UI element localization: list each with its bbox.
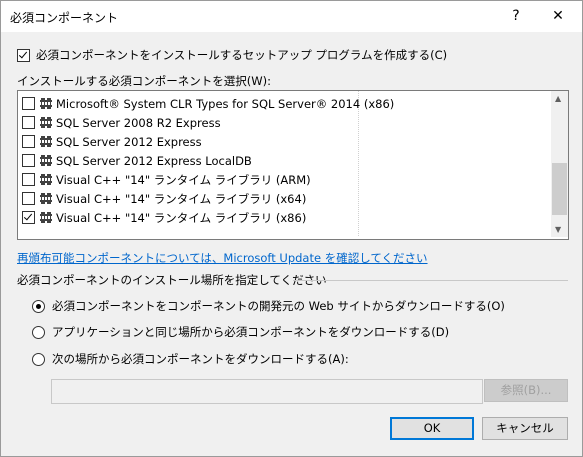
package-icon xyxy=(40,117,52,128)
component-label: SQL Server 2012 Express xyxy=(56,134,202,149)
package-icon xyxy=(40,98,52,109)
component-label: Visual C++ "14" ランタイム ライブラリ (ARM) xyxy=(56,172,311,187)
package-icon xyxy=(40,193,52,204)
component-checkbox[interactable] xyxy=(22,211,35,224)
location-option-custom[interactable]: 次の場所から必須コンポーネントをダウンロードする(A): xyxy=(32,351,349,367)
package-icon xyxy=(40,174,52,185)
location-option-same-location[interactable]: アプリケーションと同じ場所から必須コンポーネントをダウンロードする(D) xyxy=(32,324,449,340)
components-list[interactable]: Microsoft® System CLR Types for SQL Serv… xyxy=(17,90,569,240)
microsoft-update-link[interactable]: 再頒布可能コンポーネントについては、Microsoft Update を確認して… xyxy=(17,250,428,266)
component-label: Visual C++ "14" ランタイム ライブラリ (x64) xyxy=(56,191,307,206)
component-checkbox[interactable] xyxy=(22,154,35,167)
list-item[interactable]: SQL Server 2012 Express xyxy=(22,132,202,151)
create-setup-option[interactable]: 必須コンポーネントをインストールするセットアップ プログラムを作成する(C) xyxy=(17,47,447,63)
package-icon xyxy=(40,212,52,223)
browse-button[interactable]: 参照(B)... xyxy=(484,379,568,402)
location-radio-custom[interactable] xyxy=(32,352,45,366)
title-bar: 必須コンポーネント ? ✕ xyxy=(1,1,582,32)
location-option-vendor[interactable]: 必須コンポーネントをコンポーネントの開発元の Web サイトからダウンロードする… xyxy=(32,298,505,314)
download-path-input[interactable] xyxy=(51,379,483,404)
component-checkbox[interactable] xyxy=(22,192,35,205)
component-label: Microsoft® System CLR Types for SQL Serv… xyxy=(56,96,395,111)
help-button[interactable]: ? xyxy=(499,1,533,32)
scroll-up-icon[interactable]: ▲ xyxy=(555,94,561,103)
cancel-button[interactable]: キャンセル xyxy=(482,417,568,440)
component-checkbox[interactable] xyxy=(22,135,35,148)
package-icon xyxy=(40,155,52,166)
component-label: SQL Server 2012 Express LocalDB xyxy=(56,153,252,168)
component-checkbox[interactable] xyxy=(22,116,35,129)
create-setup-label: 必須コンポーネントをインストールするセットアップ プログラムを作成する(C) xyxy=(36,48,448,62)
list-item[interactable]: SQL Server 2008 R2 Express xyxy=(22,113,221,132)
list-item[interactable]: Visual C++ "14" ランタイム ライブラリ (x64) xyxy=(22,189,306,208)
close-button[interactable]: ✕ xyxy=(541,1,575,32)
prerequisites-dialog: 必須コンポーネント ? ✕ 必須コンポーネントをインストールするセットアップ プ… xyxy=(0,0,583,457)
component-checkbox[interactable] xyxy=(22,97,35,110)
create-setup-checkbox[interactable] xyxy=(17,48,30,62)
scroll-down-icon[interactable]: ▼ xyxy=(555,225,561,234)
ok-button[interactable]: OK xyxy=(390,417,474,440)
location-group-label: 必須コンポーネントのインストール場所を指定してください xyxy=(17,273,327,287)
location-radio-same-location[interactable] xyxy=(32,325,45,339)
location-option-label: アプリケーションと同じ場所から必須コンポーネントをダウンロードする(D) xyxy=(52,325,450,339)
scrollbar-thumb[interactable] xyxy=(552,163,567,215)
component-label: Visual C++ "14" ランタイム ライブラリ (x86) xyxy=(56,210,307,225)
list-item[interactable]: Visual C++ "14" ランタイム ライブラリ (ARM) xyxy=(22,170,311,189)
list-item[interactable]: Visual C++ "14" ランタイム ライブラリ (x86) xyxy=(22,208,306,227)
group-divider xyxy=(293,280,568,281)
list-scrollbar[interactable]: ▲ ▼ xyxy=(551,91,568,237)
window-title: 必須コンポーネント xyxy=(10,11,119,25)
list-item[interactable]: SQL Server 2012 Express LocalDB xyxy=(22,151,252,170)
package-icon xyxy=(40,136,52,147)
component-label: SQL Server 2008 R2 Express xyxy=(56,115,221,130)
component-checkbox[interactable] xyxy=(22,173,35,186)
location-radio-vendor[interactable] xyxy=(32,299,45,313)
location-option-label: 必須コンポーネントをコンポーネントの開発元の Web サイトからダウンロードする… xyxy=(52,299,505,313)
location-option-label: 次の場所から必須コンポーネントをダウンロードする(A): xyxy=(52,352,349,366)
select-components-label: インストールする必須コンポーネントを選択(W): xyxy=(17,74,271,88)
list-item[interactable]: Microsoft® System CLR Types for SQL Serv… xyxy=(22,94,394,113)
